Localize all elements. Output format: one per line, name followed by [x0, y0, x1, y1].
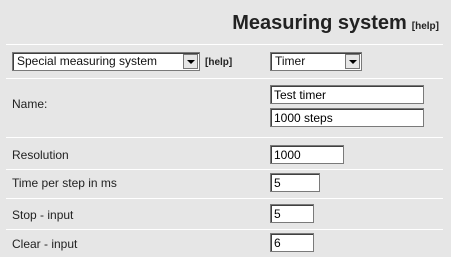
measuring-system-kind-select[interactable]: Timer — [270, 52, 362, 71]
chevron-down-icon[interactable] — [345, 54, 360, 69]
measuring-system-type-value: Special measuring system — [17, 54, 158, 68]
panel-header: Measuring system [help] — [232, 12, 439, 35]
name-input[interactable] — [270, 85, 424, 104]
resolution-label: Resolution — [12, 148, 69, 162]
clear-input-label: Clear - input — [12, 237, 78, 251]
clear-input-field[interactable] — [270, 233, 314, 252]
page-title: Measuring system — [232, 12, 407, 34]
measuring-system-kind-value: Timer — [275, 54, 306, 68]
divider — [6, 78, 443, 79]
resolution-input[interactable] — [270, 145, 344, 164]
help-link-system[interactable]: [help] — [205, 57, 232, 68]
help-link-header[interactable]: [help] — [412, 21, 439, 32]
divider — [6, 137, 443, 138]
time-per-step-input[interactable] — [270, 173, 320, 192]
divider — [6, 198, 443, 199]
measuring-system-type-select[interactable]: Special measuring system — [12, 52, 200, 71]
time-per-step-label: Time per step in ms — [12, 176, 117, 190]
stop-input-field[interactable] — [270, 204, 314, 223]
divider — [6, 169, 443, 170]
stop-input-label: Stop - input — [12, 208, 74, 222]
measuring-system-panel: Measuring system [help] Special measurin… — [0, 0, 451, 257]
divider — [6, 44, 443, 45]
name-description-input[interactable] — [270, 108, 424, 127]
divider — [6, 229, 443, 230]
chevron-down-icon[interactable] — [183, 54, 198, 69]
name-label: Name: — [12, 97, 48, 111]
